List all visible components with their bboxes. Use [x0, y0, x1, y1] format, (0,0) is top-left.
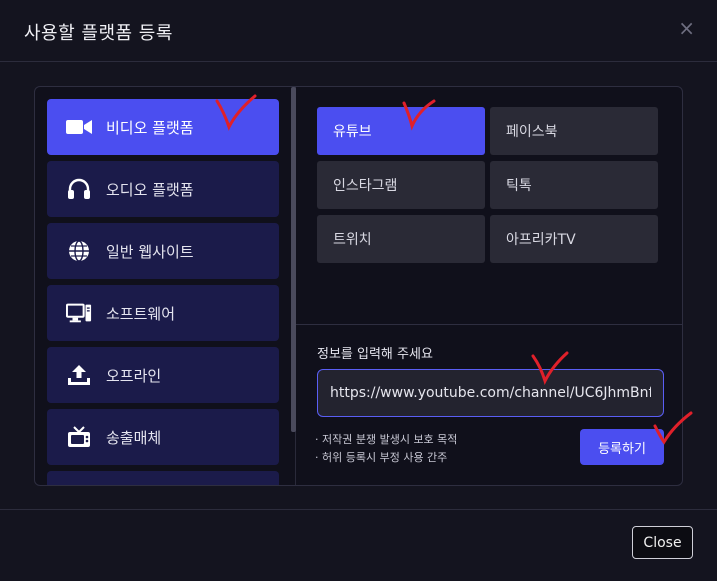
category-video-platform[interactable]: 비디오 플랫폼	[47, 99, 279, 155]
platform-youtube[interactable]: 유튜브	[317, 107, 485, 155]
category-label: 일반 웹사이트	[106, 242, 194, 261]
section-divider	[296, 324, 682, 325]
category-label: 오프라인	[106, 366, 162, 385]
copyright-note: · 저작권 분쟁 발생시 보호 목적	[315, 433, 458, 446]
platform-panel: 비디오 플랫폼 오디오 플랫폼 일반 웹사이트 소프트웨어 오프라인 송출매체 …	[34, 86, 683, 486]
close-button[interactable]: Close	[632, 526, 693, 559]
platform-register-modal: 사용할 플랫폼 등록 × 비디오 플랫폼 오디오 플랫폼 일반 웹사이트 소프트…	[0, 0, 717, 581]
modal-header: 사용할 플랫폼 등록 ×	[0, 0, 717, 62]
modal-title: 사용할 플랫폼 등록	[24, 23, 173, 44]
category-item-partial[interactable]	[47, 471, 279, 485]
category-list: 비디오 플랫폼 오디오 플랫폼 일반 웹사이트 소프트웨어 오프라인 송출매체	[35, 87, 296, 485]
modal-footer	[0, 509, 717, 581]
category-offline[interactable]: 오프라인	[47, 347, 279, 403]
register-button[interactable]: 등록하기	[580, 429, 664, 465]
upload-icon	[66, 362, 92, 388]
headphones-icon	[66, 176, 92, 202]
close-icon[interactable]: ×	[678, 16, 695, 40]
category-label: 송출매체	[106, 428, 162, 447]
platform-afreecatv[interactable]: 아프리카TV	[490, 215, 658, 263]
false-registration-note: · 허위 등록시 부정 사용 간주	[315, 451, 448, 464]
channel-url-input[interactable]	[317, 369, 664, 417]
video-camera-icon	[66, 114, 92, 140]
platform-twitch[interactable]: 트위치	[317, 215, 485, 263]
category-software[interactable]: 소프트웨어	[47, 285, 279, 341]
category-audio-platform[interactable]: 오디오 플랫폼	[47, 161, 279, 217]
computer-icon	[66, 300, 92, 326]
category-label: 소프트웨어	[106, 304, 176, 323]
globe-icon	[66, 238, 92, 264]
tv-icon	[66, 424, 92, 450]
platform-section: 유튜브 페이스북 인스타그램 틱톡 트위치 아프리카TV 정보를 입력해 주세요…	[296, 87, 682, 485]
platform-facebook[interactable]: 페이스북	[490, 107, 658, 155]
category-label: 비디오 플랫폼	[106, 118, 194, 137]
info-input-label: 정보를 입력해 주세요	[317, 347, 433, 362]
platform-instagram[interactable]: 인스타그램	[317, 161, 485, 209]
platform-tiktok[interactable]: 틱톡	[490, 161, 658, 209]
category-label: 오디오 플랫폼	[106, 180, 194, 199]
category-broadcast-media[interactable]: 송출매체	[47, 409, 279, 465]
category-website[interactable]: 일반 웹사이트	[47, 223, 279, 279]
